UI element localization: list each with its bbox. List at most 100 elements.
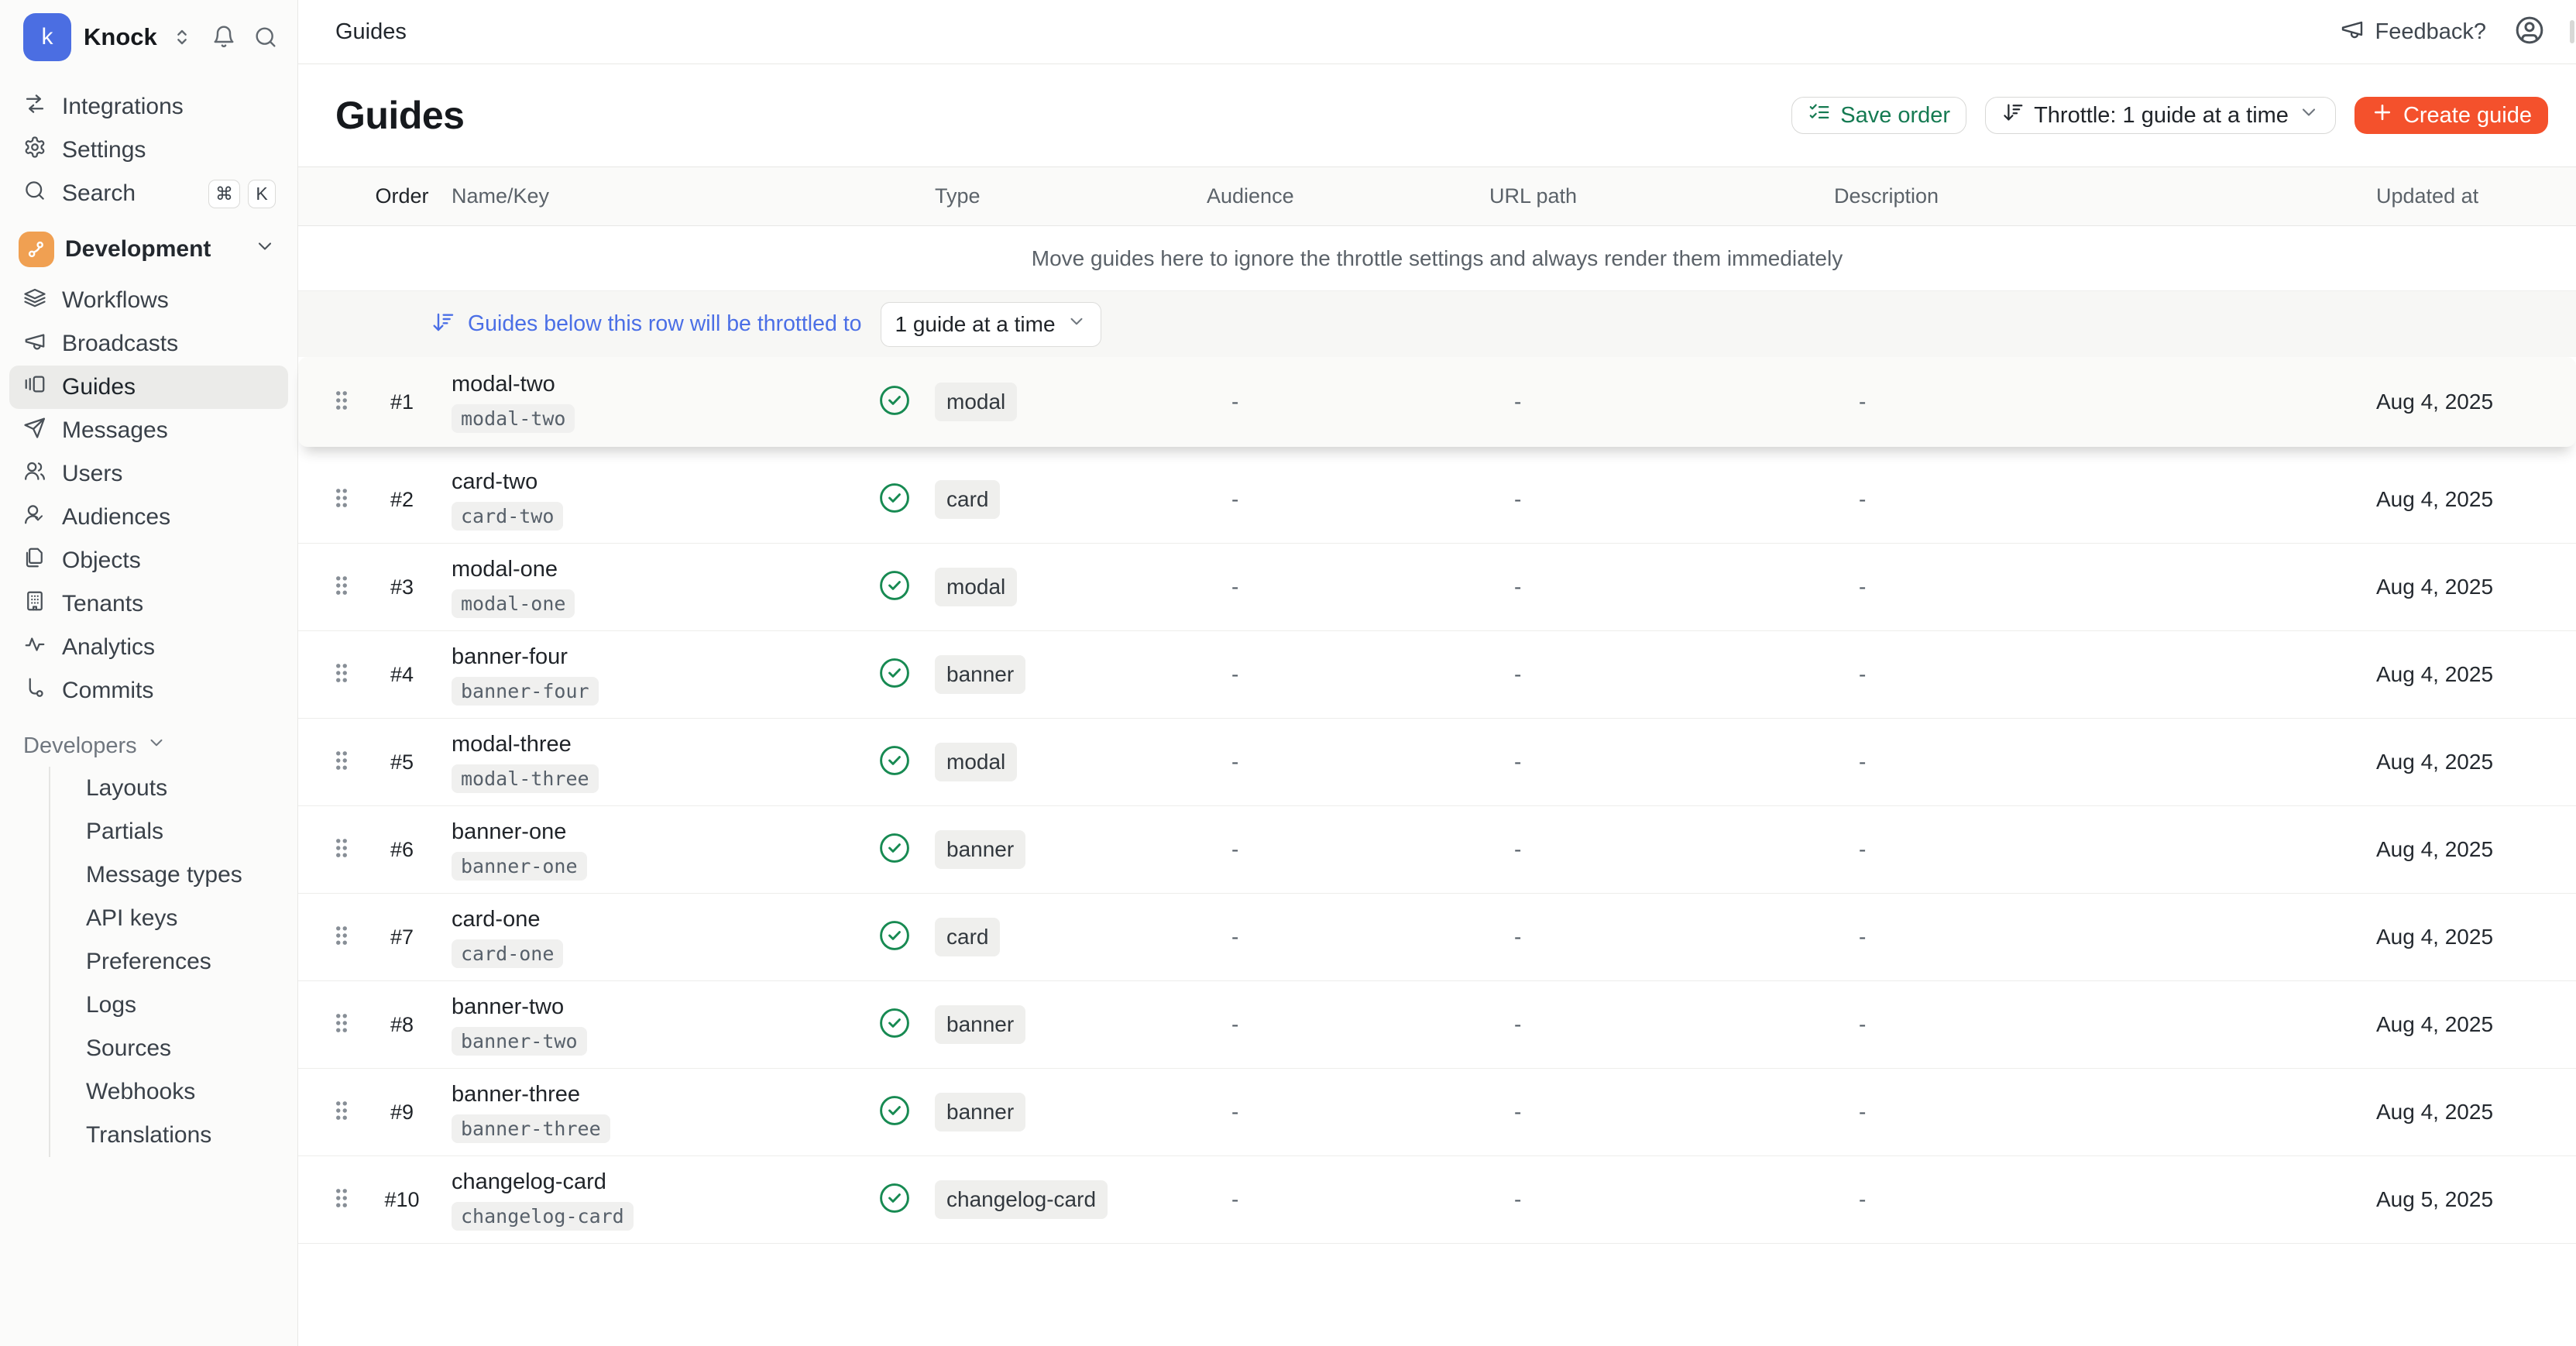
ignore-throttle-dropzone[interactable]: Move guides here to ignore the throttle … [298,226,2576,291]
drag-handle-icon[interactable] [328,1097,355,1128]
sidebar-item-layouts[interactable]: Layouts [69,767,288,810]
workspace-switcher[interactable]: k Knock [9,0,288,74]
guide-key-badge: banner-three [452,1114,610,1143]
developers-section-toggle[interactable]: Developers [9,733,288,759]
guide-name[interactable]: card-one [452,907,870,932]
guide-name[interactable]: banner-one [452,819,870,845]
sidebar-item-logs[interactable]: Logs [69,984,288,1027]
table-row[interactable]: #4 banner-fourbanner-four banner - - - A… [298,631,2576,719]
guide-key-badge: card-one [452,939,563,968]
guide-key-badge: banner-one [452,852,587,881]
drag-handle-icon[interactable] [328,1185,355,1215]
sidebar-item-message-types[interactable]: Message types [69,853,288,897]
guide-name[interactable]: modal-three [452,732,870,757]
drag-handle-icon[interactable] [328,660,355,690]
table-row[interactable]: #9 banner-threebanner-three banner - - -… [298,1069,2576,1156]
sidebar-item-guides[interactable]: Guides [9,366,288,409]
table-row[interactable]: #10 changelog-cardchangelog-card changel… [298,1156,2576,1244]
guide-key-badge: banner-two [452,1027,587,1056]
sidebar-item-audiences[interactable]: Audiences [9,496,288,539]
drag-handle-icon[interactable] [328,747,355,778]
drag-handle-icon[interactable] [328,835,355,865]
guide-name[interactable]: modal-two [452,372,870,397]
guide-name[interactable]: card-two [452,469,870,495]
drag-handle-icon[interactable] [328,485,355,515]
drag-handle-icon[interactable] [328,922,355,953]
user-circle-icon [2514,15,2545,50]
sidebar-item-integrations[interactable]: Integrations [9,85,288,129]
throttle-inline-select[interactable]: 1 guide at a time [881,302,1101,347]
table-row[interactable]: #8 banner-twobanner-two banner - - - Aug… [298,981,2576,1069]
table-row[interactable]: #1 modal-twomodal-two modal - - - Aug 4,… [298,357,2576,447]
guide-name[interactable]: changelog-card [452,1169,870,1195]
table-row[interactable]: #7 card-onecard-one card - - - Aug 4, 20… [298,894,2576,981]
row-order: #3 [363,575,441,599]
sidebar-item-workflows[interactable]: Workflows [9,279,288,322]
sidebar-item-preferences[interactable]: Preferences [69,940,288,984]
type-badge: banner [935,1005,1025,1044]
sidebar-item-label: Audiences [62,504,276,531]
guide-name[interactable]: banner-three [452,1082,870,1107]
search-icon[interactable] [253,25,278,50]
user-avatar-button[interactable] [2514,15,2545,50]
drag-handle-icon[interactable] [328,1010,355,1040]
sidebar-item-search[interactable]: Search ⌘ K [9,172,288,215]
throttle-dropdown-button[interactable]: Throttle: 1 guide at a time [1985,97,2336,134]
drag-handle-icon[interactable] [328,572,355,603]
type-badge: changelog-card [935,1180,1108,1219]
url-path-value: - [1483,837,1828,862]
guide-name[interactable]: banner-two [452,994,870,1020]
environment-switcher[interactable]: Development [9,228,288,271]
drag-handle-icon[interactable] [328,387,355,417]
sidebar-item-tenants[interactable]: Tenants [9,582,288,626]
url-path-value: - [1483,487,1828,512]
sidebar-item-label: Layouts [86,775,276,802]
sidebar-item-messages[interactable]: Messages [9,409,288,452]
sidebar-item-label: Logs [86,992,276,1018]
type-badge: modal [935,383,1017,421]
scrollbar-thumb[interactable] [2570,20,2574,43]
sidebar-item-settings[interactable]: Settings [9,129,288,172]
sidebar-item-partials[interactable]: Partials [69,810,288,853]
plus-icon [2371,101,2394,130]
url-path-value: - [1483,662,1828,687]
column-description: Description [1828,184,2362,208]
files-icon [23,546,46,575]
chevrons-up-down-icon[interactable] [170,25,194,50]
table-row[interactable]: #3 modal-onemodal-one modal - - - Aug 4,… [298,544,2576,631]
sidebar-item-broadcasts[interactable]: Broadcasts [9,322,288,366]
guide-name[interactable]: modal-one [452,557,870,582]
sidebar-item-commits[interactable]: Commits [9,669,288,712]
feedback-button[interactable]: Feedback? [2340,16,2487,47]
sidebar-item-translations[interactable]: Translations [69,1114,288,1157]
throttle-note[interactable]: Guides below this row will be throttled … [468,311,862,337]
guide-name[interactable]: banner-four [452,644,870,670]
sort-descending-icon [2001,101,2025,130]
sidebar-item-users[interactable]: Users [9,452,288,496]
check-circle-icon [878,1181,912,1219]
table-row[interactable]: #2 card-twocard-two card - - - Aug 4, 20… [298,456,2576,544]
sidebar-item-webhooks[interactable]: Webhooks [69,1070,288,1114]
throttle-divider-row: Guides below this row will be throttled … [298,291,2576,357]
create-guide-button[interactable]: Create guide [2354,97,2548,134]
sidebar-item-objects[interactable]: Objects [9,539,288,582]
sidebar-item-api-keys[interactable]: API keys [69,897,288,940]
user-check-icon [23,503,46,532]
updated-at-value: Aug 4, 2025 [2362,1012,2576,1037]
type-badge: banner [935,830,1025,869]
table-row[interactable]: #6 banner-onebanner-one banner - - - Aug… [298,806,2576,894]
bell-icon[interactable] [211,25,236,50]
save-order-button[interactable]: Save order [1791,97,1966,134]
topbar: Guides Feedback? [298,0,2576,64]
chevron-down-icon [254,235,276,263]
description-value: - [1828,487,2362,512]
sidebar-item-analytics[interactable]: Analytics [9,626,288,669]
save-order-label: Save order [1840,103,1950,129]
sidebar-item-label: Translations [86,1122,276,1149]
table-row[interactable]: #5 modal-threemodal-three modal - - - Au… [298,719,2576,806]
check-circle-icon [878,383,912,421]
command-keycap: ⌘ [208,180,240,208]
updated-at-value: Aug 4, 2025 [2362,662,2576,687]
guide-key-badge: card-two [452,502,563,531]
sidebar-item-sources[interactable]: Sources [69,1027,288,1070]
